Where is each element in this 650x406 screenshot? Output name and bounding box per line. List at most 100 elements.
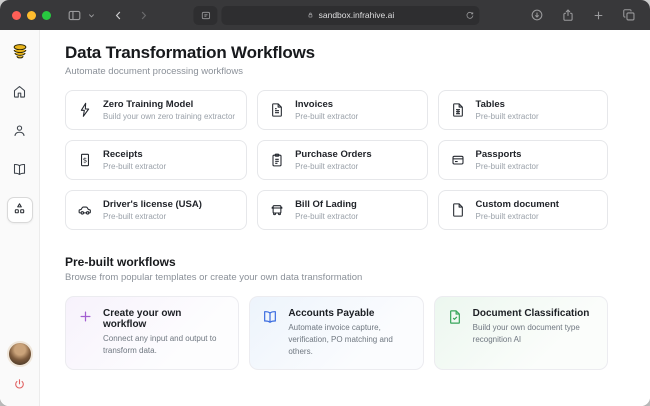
card-invoices[interactable]: Invoices Pre-built extractor: [257, 90, 428, 130]
workflow-icon: [12, 201, 27, 219]
infrahive-logo-icon: [10, 42, 30, 62]
workflow-description: Connect any input and output to transfor…: [103, 334, 217, 355]
plus-icon: [592, 9, 605, 22]
clipboard-icon: [269, 152, 285, 168]
tabs-icon: [622, 8, 636, 22]
main-content: Data Transformation Workflows Automate d…: [40, 30, 650, 406]
card-title: Bill Of Lading: [295, 199, 357, 210]
sidebar-item-docs[interactable]: [7, 158, 33, 184]
passport-card-icon: [450, 152, 466, 168]
page-menu-icon: [200, 10, 211, 21]
receipt-icon: $: [77, 152, 93, 168]
card-purchase-orders[interactable]: Purchase Orders Pre-built extractor: [257, 140, 428, 180]
chevron-right-icon: [137, 9, 150, 22]
svg-text:$: $: [83, 157, 87, 165]
workflow-title: Create your own workflow: [103, 308, 182, 330]
card-subtitle: Pre-built extractor: [103, 162, 167, 171]
minimize-window-button[interactable]: [27, 10, 36, 20]
book-open-icon: [12, 162, 27, 180]
back-button[interactable]: [110, 7, 127, 24]
extractor-grid: Zero Training Model Build your own zero …: [65, 90, 608, 230]
chevron-down-icon: [87, 11, 96, 20]
page-title: Data Transformation Workflows: [65, 43, 315, 62]
zoom-window-button[interactable]: [42, 10, 51, 20]
card-title: Custom document: [475, 199, 559, 210]
card-accounts-payable[interactable]: Accounts Payable Automate invoice captur…: [249, 296, 424, 370]
card-title: Passports: [475, 149, 522, 160]
address-bar[interactable]: sandbox.infrahive.ai: [221, 5, 480, 25]
card-tables[interactable]: Tables Pre-built extractor: [437, 90, 608, 130]
download-icon: [530, 8, 544, 22]
card-bill-of-lading[interactable]: Bill Of Lading Pre-built extractor: [257, 190, 428, 230]
card-receipts[interactable]: $ Receipts Pre-built extractor: [65, 140, 248, 180]
card-title: Invoices: [295, 99, 334, 110]
card-zero-training-model[interactable]: Zero Training Model Build your own zero …: [65, 90, 248, 130]
card-subtitle: Pre-built extractor: [295, 162, 359, 171]
card-title: Tables: [475, 99, 505, 110]
card-custom-document[interactable]: Custom document Pre-built extractor: [437, 190, 608, 230]
share-button[interactable]: [559, 6, 577, 24]
book-open-icon: [262, 309, 278, 325]
car-icon: [77, 202, 93, 218]
workflow-title: Accounts Payable: [288, 308, 375, 319]
browser-toolbar: sandbox.infrahive.ai: [0, 0, 650, 30]
card-subtitle: Pre-built extractor: [475, 212, 539, 221]
sidebar-toggle-button[interactable]: [65, 6, 84, 25]
card-title: Zero Training Model: [103, 99, 194, 110]
tab-overview-button[interactable]: [620, 6, 638, 24]
new-tab-button[interactable]: [590, 7, 607, 24]
card-title: Receipts: [103, 149, 143, 160]
toolbar-right: [528, 6, 638, 24]
app-shell: Data Transformation Workflows Automate d…: [0, 30, 650, 406]
plus-icon: [78, 309, 93, 324]
card-subtitle: Pre-built extractor: [475, 162, 539, 171]
card-title: Purchase Orders: [295, 149, 372, 160]
chevron-left-icon: [112, 9, 125, 22]
card-document-classification[interactable]: Document Classification Build your own d…: [433, 296, 608, 370]
sidebar-panel-icon: [67, 8, 82, 23]
reload-icon: [465, 11, 474, 20]
sidebar: [0, 30, 40, 406]
zap-icon: [77, 102, 93, 118]
card-subtitle: Build your own zero training extractor: [103, 112, 236, 121]
blank-file-icon: [450, 202, 466, 218]
downloads-button[interactable]: [528, 6, 546, 24]
sidebar-item-home[interactable]: [7, 80, 33, 106]
close-window-button[interactable]: [12, 10, 21, 20]
page-menu-button[interactable]: [193, 5, 218, 25]
card-create-your-own-workflow[interactable]: Create your own workflow Connect any inp…: [65, 296, 240, 370]
table-file-icon: [450, 102, 466, 118]
truck-icon: [269, 202, 285, 218]
card-title: Driver's license (USA): [103, 199, 202, 210]
card-subtitle: Pre-built extractor: [295, 112, 359, 121]
forward-button[interactable]: [135, 7, 152, 24]
sidebar-menu-button[interactable]: [85, 9, 98, 22]
invoice-file-icon: [269, 102, 285, 118]
card-subtitle: Pre-built extractor: [475, 112, 539, 121]
page-subtitle: Automate document processing workflows: [65, 66, 243, 77]
workflow-description: Build your own document type recognition…: [472, 323, 580, 344]
browser-window: sandbox.infrahive.ai Data Transformation…: [0, 0, 650, 406]
sidebar-item-workflows[interactable]: [6, 197, 33, 223]
workflow-description: Automate invoice capture, verification, …: [288, 323, 393, 356]
user-icon: [12, 123, 27, 141]
card-subtitle: Pre-built extractor: [103, 212, 167, 221]
traffic-lights: [12, 10, 51, 20]
lock-icon: [307, 11, 315, 19]
card-drivers-license[interactable]: Driver's license (USA) Pre-built extract…: [65, 190, 248, 230]
workflows-section-title: Pre-built workflows: [65, 255, 176, 269]
power-icon: [13, 378, 26, 394]
url-text: sandbox.infrahive.ai: [318, 10, 395, 20]
user-avatar[interactable]: [6, 341, 33, 367]
sidebar-item-users[interactable]: [7, 119, 33, 145]
card-passports[interactable]: Passports Pre-built extractor: [437, 140, 608, 180]
workflow-title: Document Classification: [472, 308, 590, 319]
card-subtitle: Pre-built extractor: [295, 212, 359, 221]
reload-button[interactable]: [465, 11, 474, 20]
logout-button[interactable]: [11, 376, 28, 396]
workflow-grid: Create your own workflow Connect any inp…: [65, 296, 608, 370]
home-icon: [12, 84, 27, 102]
share-icon: [561, 8, 575, 22]
address-area: sandbox.infrahive.ai: [193, 0, 480, 30]
workflows-section-subtitle: Browse from popular templates or create …: [65, 272, 363, 283]
